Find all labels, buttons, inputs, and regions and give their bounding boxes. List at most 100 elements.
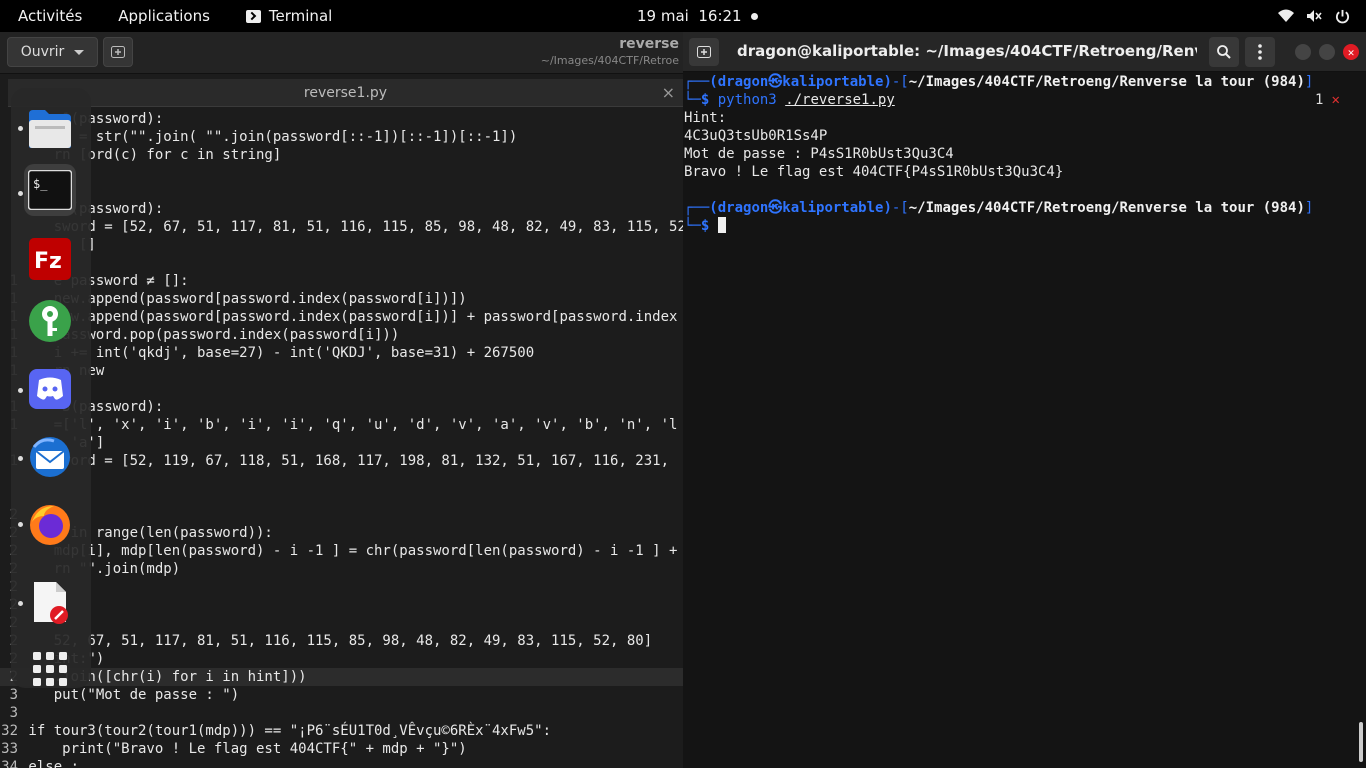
dock-app-thunderbird[interactable] — [24, 431, 76, 483]
app-grid-icon — [33, 652, 67, 686]
chevron-down-icon — [74, 49, 85, 55]
top-bar: Activités Applications Terminal 19 mai 1… — [0, 0, 1366, 32]
running-indicator-icon — [18, 126, 23, 131]
dock-app-filezilla[interactable]: Fz — [24, 233, 76, 285]
prompt-path: ~/Images/404CTF/Retroeng/Renverse la tou… — [908, 74, 1305, 90]
editor-headerbar: Ouvrir reverse ~/Images/404CTF/Retroe — [0, 32, 683, 74]
code-line: 2 — [0, 614, 683, 632]
code-text: 52, 67, 51, 117, 81, 51, 116, 115, 85, 9… — [20, 633, 653, 649]
running-indicator-icon — [18, 522, 23, 527]
editor-path: ~/Images/404CTF/Retroe — [540, 54, 679, 67]
code-line: 32 if tour3(tour2(tour1(mdp))) == "¡P6¨s… — [0, 722, 683, 740]
code-text: sword = [52, 67, 51, 117, 81, 51, 116, 1… — [20, 219, 683, 235]
terminal-icon — [245, 9, 261, 23]
output-line: Bravo ! Le flag est 404CTF{P4sS1R0bUst3Q… — [684, 164, 1064, 180]
command-arg: ./reverse1.py — [785, 92, 895, 108]
firefox-icon — [30, 505, 70, 545]
code-text: if tour3(tour2(tour1(mdp))) == "¡P6¨sÉU1… — [20, 723, 552, 739]
menu-button[interactable] — [1245, 37, 1275, 67]
dock: $_ Fz — [11, 88, 91, 688]
code-line: = [] — [0, 236, 683, 254]
maximize-button[interactable] — [1319, 44, 1335, 60]
line-number: 32 — [1, 723, 18, 739]
code-line: 1 rn new — [0, 362, 683, 380]
activities-button[interactable]: Activités — [0, 7, 100, 25]
open-button[interactable]: Ouvrir — [7, 37, 98, 67]
running-indicator-icon — [18, 191, 23, 196]
code-text: new.append(password[password.index(passw… — [20, 309, 678, 325]
code-line: 1 =['l', 'x', 'i', 'b', 'i', 'i', 'q', '… — [0, 416, 683, 434]
minimize-button[interactable] — [1295, 44, 1311, 60]
code-line: 1 password.pop(password.index(password[i… — [0, 326, 683, 344]
dock-app-grid[interactable] — [24, 643, 76, 695]
app-menu-label: Terminal — [268, 7, 333, 25]
command-line: └─$ python3 ./reverse1.py — [684, 92, 895, 108]
search-button[interactable] — [1209, 37, 1239, 67]
code-view[interactable]: 1(password): ng = str("".join( "".join(p… — [0, 110, 683, 768]
files-icon — [29, 110, 71, 148]
code-line: 2 i in range(len(password)): — [0, 524, 683, 542]
code-line: ng = str("".join( "".join(password[::-1]… — [0, 128, 683, 146]
open-button-label: Ouvrir — [20, 44, 65, 60]
dock-app-terminal[interactable]: $_ — [24, 164, 76, 216]
exit-code: 1 — [1315, 92, 1324, 108]
code-line: 1 new.append(password[password.index(pas… — [0, 308, 683, 326]
code-text: else : — [20, 759, 80, 768]
dock-app-text-editor[interactable] — [24, 576, 76, 628]
prompt-path: ~/Images/404CTF/Retroeng/Renverse la tou… — [908, 200, 1305, 216]
code-line: 1 i += int('qkdj', base=27) - int('QKDJ'… — [0, 344, 683, 362]
input-line[interactable]: └─$ — [684, 217, 726, 235]
time-label: 16:21 — [698, 7, 742, 25]
code-line: 34 else : — [0, 758, 683, 768]
thunderbird-icon — [30, 437, 70, 477]
filezilla-icon: Fz — [29, 238, 71, 280]
clock[interactable]: 19 mai 16:21 — [637, 0, 742, 32]
code-line: 1 3(password): — [0, 398, 683, 416]
dock-app-keepassxc[interactable] — [24, 295, 76, 347]
terminal-headerbar: dragon@kaliportable: ~/Images/404CTF/Ret… — [683, 32, 1366, 72]
text-editor-icon — [34, 582, 68, 624]
running-indicator-icon — [18, 388, 23, 393]
code-line: sword = [52, 67, 51, 117, 81, 51, 116, 1… — [0, 218, 683, 236]
new-tab-button[interactable] — [689, 38, 719, 66]
terminal-icon: $_ — [28, 170, 72, 210]
applications-menu[interactable]: Applications — [100, 7, 228, 25]
dock-app-files[interactable] — [24, 103, 76, 155]
code-text: print("Bravo ! Le flag est 404CTF{" + md… — [20, 741, 467, 757]
code-text: i += int('qkdj', base=27) - int('QKDJ', … — [20, 345, 535, 361]
terminal-output[interactable]: ┌──(dragon㉿kaliportable)-[~/Images/404CT… — [683, 72, 1366, 768]
command-name: python3 — [717, 92, 777, 108]
prompt-line: ┌──(dragon㉿kaliportable)-[~/Images/404CT… — [684, 74, 1314, 90]
scrollbar[interactable] — [1359, 722, 1363, 762]
code-line: 3 put("Mot de passe : ") — [0, 686, 683, 704]
code-line: 3 — [0, 704, 683, 722]
dock-app-firefox[interactable] — [24, 498, 76, 550]
app-menu-terminal[interactable]: Terminal — [228, 7, 350, 25]
prompt-user: (dragon㉿kaliportable) — [709, 74, 892, 90]
new-document-button[interactable] — [103, 37, 133, 67]
dock-app-discord[interactable] — [24, 363, 76, 415]
wifi-icon — [1278, 8, 1294, 24]
close-icon[interactable]: × — [662, 83, 675, 102]
tab-reverse1[interactable]: reverse1.py × — [8, 79, 683, 107]
window-title: dragon@kaliportable: ~/Images/404CTF/Ret… — [737, 42, 1197, 60]
kebab-menu-icon — [1258, 44, 1262, 60]
text-editor-window: Ouvrir reverse ~/Images/404CTF/Retroe re… — [0, 32, 683, 768]
system-tray[interactable] — [1278, 0, 1350, 32]
code-line: 2 — [0, 578, 683, 596]
search-icon — [1217, 45, 1231, 59]
code-line: 2 — [0, 506, 683, 524]
date-label: 19 mai — [637, 7, 689, 25]
tab-label: reverse1.py — [303, 84, 388, 101]
prompt-line: ┌──(dragon㉿kaliportable)-[~/Images/404CT… — [684, 200, 1314, 216]
line-number: 3 — [9, 687, 18, 703]
code-text: ng = str("".join( "".join(password[::-1]… — [20, 129, 518, 145]
output-line: Mot de passe : P4sS1R0bUst3Qu3C4 — [684, 146, 954, 162]
running-indicator-icon — [18, 456, 23, 461]
close-button[interactable]: ✕ — [1343, 44, 1359, 60]
code-line: 1 sword = [52, 119, 67, 118, 51, 168, 11… — [0, 452, 683, 470]
output-line: Hint: — [684, 110, 727, 126]
